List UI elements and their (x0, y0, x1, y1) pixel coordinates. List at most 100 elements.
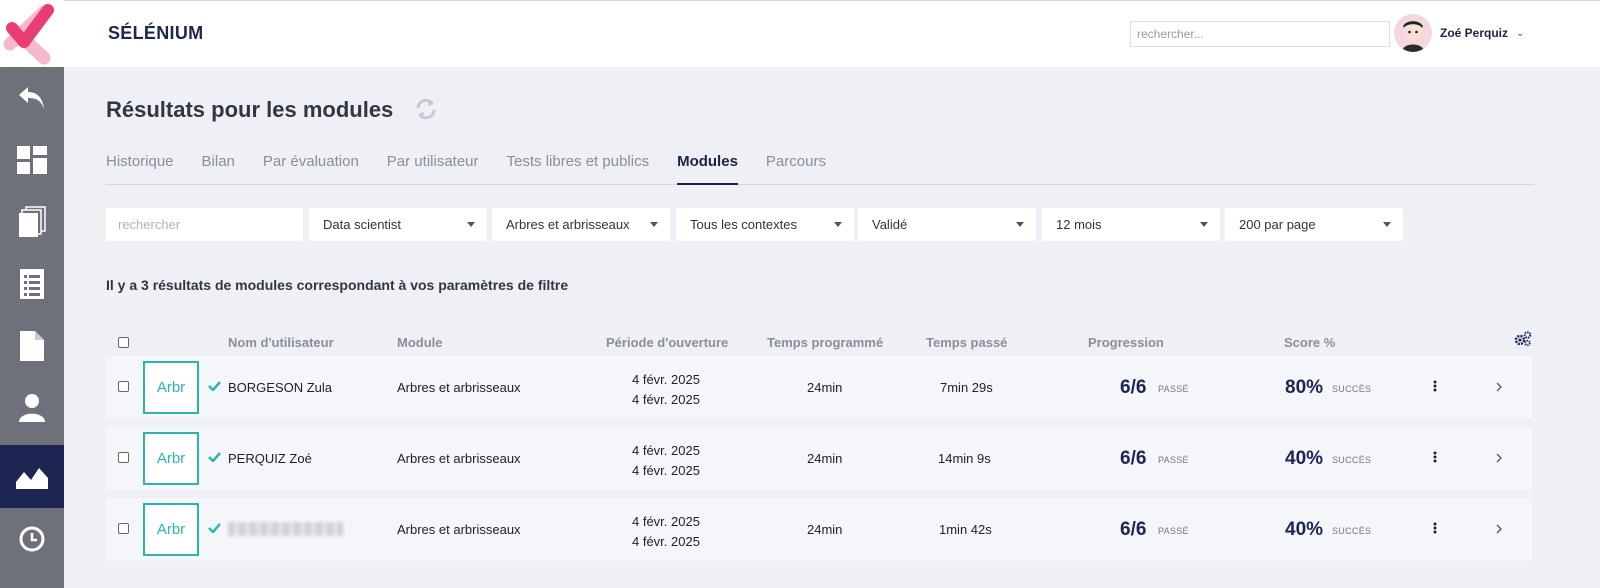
select-value: Arbres et arbrisseaux (506, 217, 630, 232)
filter-period-select[interactable]: 12 mois (1042, 208, 1220, 241)
start-date: 4 févr. 2025 (632, 514, 700, 529)
caret-down-icon (467, 222, 475, 227)
documents-icon (19, 206, 46, 237)
tab-tests-libres[interactable]: Tests libres et publics (507, 153, 650, 185)
filter-module-select[interactable]: Arbres et arbrisseaux (492, 208, 670, 241)
filter-page-size-select[interactable]: 200 par page (1225, 208, 1403, 241)
user-name-cell[interactable]: BORGESON Zula (228, 380, 332, 395)
user-icon (19, 394, 45, 422)
tab-parcours[interactable]: Parcours (766, 153, 826, 185)
row-checkbox[interactable] (118, 452, 129, 463)
results-count: Il y a 3 résultats de modules correspond… (106, 277, 569, 293)
list-icon (20, 269, 44, 299)
module-thumbnail[interactable]: Arbr (143, 432, 199, 485)
progress-value: 6/6 (1120, 448, 1147, 469)
logo-icon (3, 4, 54, 65)
start-date: 4 févr. 2025 (632, 443, 700, 458)
chevron-right-icon[interactable] (1496, 453, 1502, 463)
redacted-user-name[interactable] (228, 522, 343, 536)
tab-par-utilisateur[interactable]: Par utilisateur (387, 153, 479, 185)
gears-icon[interactable] (1514, 331, 1532, 347)
filter-status-select[interactable]: Validé (858, 208, 1036, 241)
planned-time-cell: 24min (807, 451, 843, 466)
col-user[interactable]: Nom d'utilisateur (228, 335, 334, 350)
chevron-down-icon: ⌄ (1516, 27, 1525, 39)
more-vertical-icon[interactable] (1432, 380, 1438, 392)
score-value: 40% (1285, 519, 1324, 540)
col-score[interactable]: Score % (1284, 335, 1335, 350)
progress-status: PASSÉ (1158, 455, 1189, 465)
select-value: Tous les contextes (690, 217, 797, 232)
planned-time-cell: 24min (807, 522, 843, 537)
app-title: SÉLÉNIUM (108, 23, 204, 43)
col-module[interactable]: Module (397, 335, 443, 350)
app-logo[interactable] (0, 0, 64, 67)
select-value: 12 mois (1056, 217, 1102, 232)
caret-down-icon (1016, 222, 1024, 227)
more-vertical-icon[interactable] (1432, 522, 1438, 534)
sidebar-item-history[interactable] (0, 508, 64, 570)
end-date: 4 févr. 2025 (632, 463, 700, 478)
planned-time-cell: 24min (807, 380, 843, 395)
page-icon (20, 331, 44, 361)
tab-bilan[interactable]: Bilan (202, 153, 235, 185)
caret-down-icon (834, 222, 842, 227)
avatar-icon (1402, 21, 1424, 52)
sidebar-item-page[interactable] (0, 315, 64, 377)
tab-par-evaluation[interactable]: Par évaluation (263, 153, 359, 185)
sidebar-item-results[interactable] (0, 445, 64, 508)
period-cell: 4 févr. 2025 4 févr. 2025 (632, 441, 700, 481)
tab-historique[interactable]: Historique (106, 153, 174, 185)
top-bar: SÉLÉNIUM Zoé Perquiz ⌄ (64, 0, 1600, 67)
col-planned[interactable]: Temps programmé (767, 335, 883, 350)
module-thumbnail[interactable]: Arbr (143, 361, 199, 414)
check-icon (208, 523, 221, 533)
filter-context-select[interactable]: Tous les contextes (676, 208, 854, 241)
table-row[interactable]: Arbr PERQUIZ Zoé Arbres et arbrisseaux 4… (106, 427, 1532, 490)
user-menu[interactable]: Zoé Perquiz ⌄ (1394, 14, 1524, 52)
results-chart-icon (16, 467, 48, 489)
row-checkbox[interactable] (118, 381, 129, 392)
check-icon (208, 452, 221, 462)
tab-bar: Historique Bilan Par évaluation Par util… (106, 153, 1534, 185)
chevron-right-icon[interactable] (1496, 524, 1502, 534)
col-progress[interactable]: Progression (1088, 335, 1164, 350)
start-date: 4 févr. 2025 (632, 372, 700, 387)
select-value: Data scientist (323, 217, 402, 232)
user-name-cell[interactable]: PERQUIZ Zoé (228, 451, 312, 466)
caret-down-icon (1383, 222, 1391, 227)
global-search-input[interactable] (1130, 21, 1390, 47)
module-cell: Arbres et arbrisseaux (397, 522, 521, 537)
check-icon (208, 381, 221, 391)
col-spent[interactable]: Temps passé (926, 335, 1007, 350)
table-row[interactable]: Arbr BORGESON Zula Arbres et arbrisseaux… (106, 356, 1532, 419)
filter-profile-select[interactable]: Data scientist (309, 208, 487, 241)
col-period[interactable]: Période d'ouverture (606, 335, 728, 350)
module-thumbnail[interactable]: Arbr (143, 503, 199, 556)
refresh-icon[interactable] (414, 97, 438, 121)
module-cell: Arbres et arbrisseaux (397, 451, 521, 466)
table-header: Nom d'utilisateur Module Période d'ouver… (106, 331, 1532, 355)
filter-search-input[interactable] (106, 208, 303, 241)
back-arrow-icon (19, 87, 44, 109)
sidebar-item-users[interactable] (0, 377, 64, 439)
main-content: Résultats pour les modules Historique Bi… (64, 67, 1600, 588)
sidebar-item-documents[interactable] (0, 191, 64, 253)
row-checkbox[interactable] (118, 523, 129, 534)
spent-time-cell: 7min 29s (940, 380, 993, 395)
sidebar (0, 0, 64, 588)
end-date: 4 févr. 2025 (632, 534, 700, 549)
more-vertical-icon[interactable] (1432, 451, 1438, 463)
select-all-checkbox[interactable] (118, 337, 129, 348)
score-status: SUCCÈS (1332, 384, 1372, 394)
spent-time-cell: 1min 42s (939, 522, 992, 537)
select-value: Validé (872, 217, 908, 232)
user-name: Zoé Perquiz (1440, 26, 1509, 40)
sidebar-item-back[interactable] (0, 67, 64, 129)
tab-modules[interactable]: Modules (677, 153, 738, 185)
sidebar-item-dashboard[interactable] (0, 129, 64, 191)
table-row[interactable]: Arbr Arbres et arbrisseaux 4 févr. 2025 … (106, 498, 1532, 561)
period-cell: 4 févr. 2025 4 févr. 2025 (632, 512, 700, 552)
sidebar-item-list[interactable] (0, 253, 64, 315)
chevron-right-icon[interactable] (1496, 382, 1502, 392)
